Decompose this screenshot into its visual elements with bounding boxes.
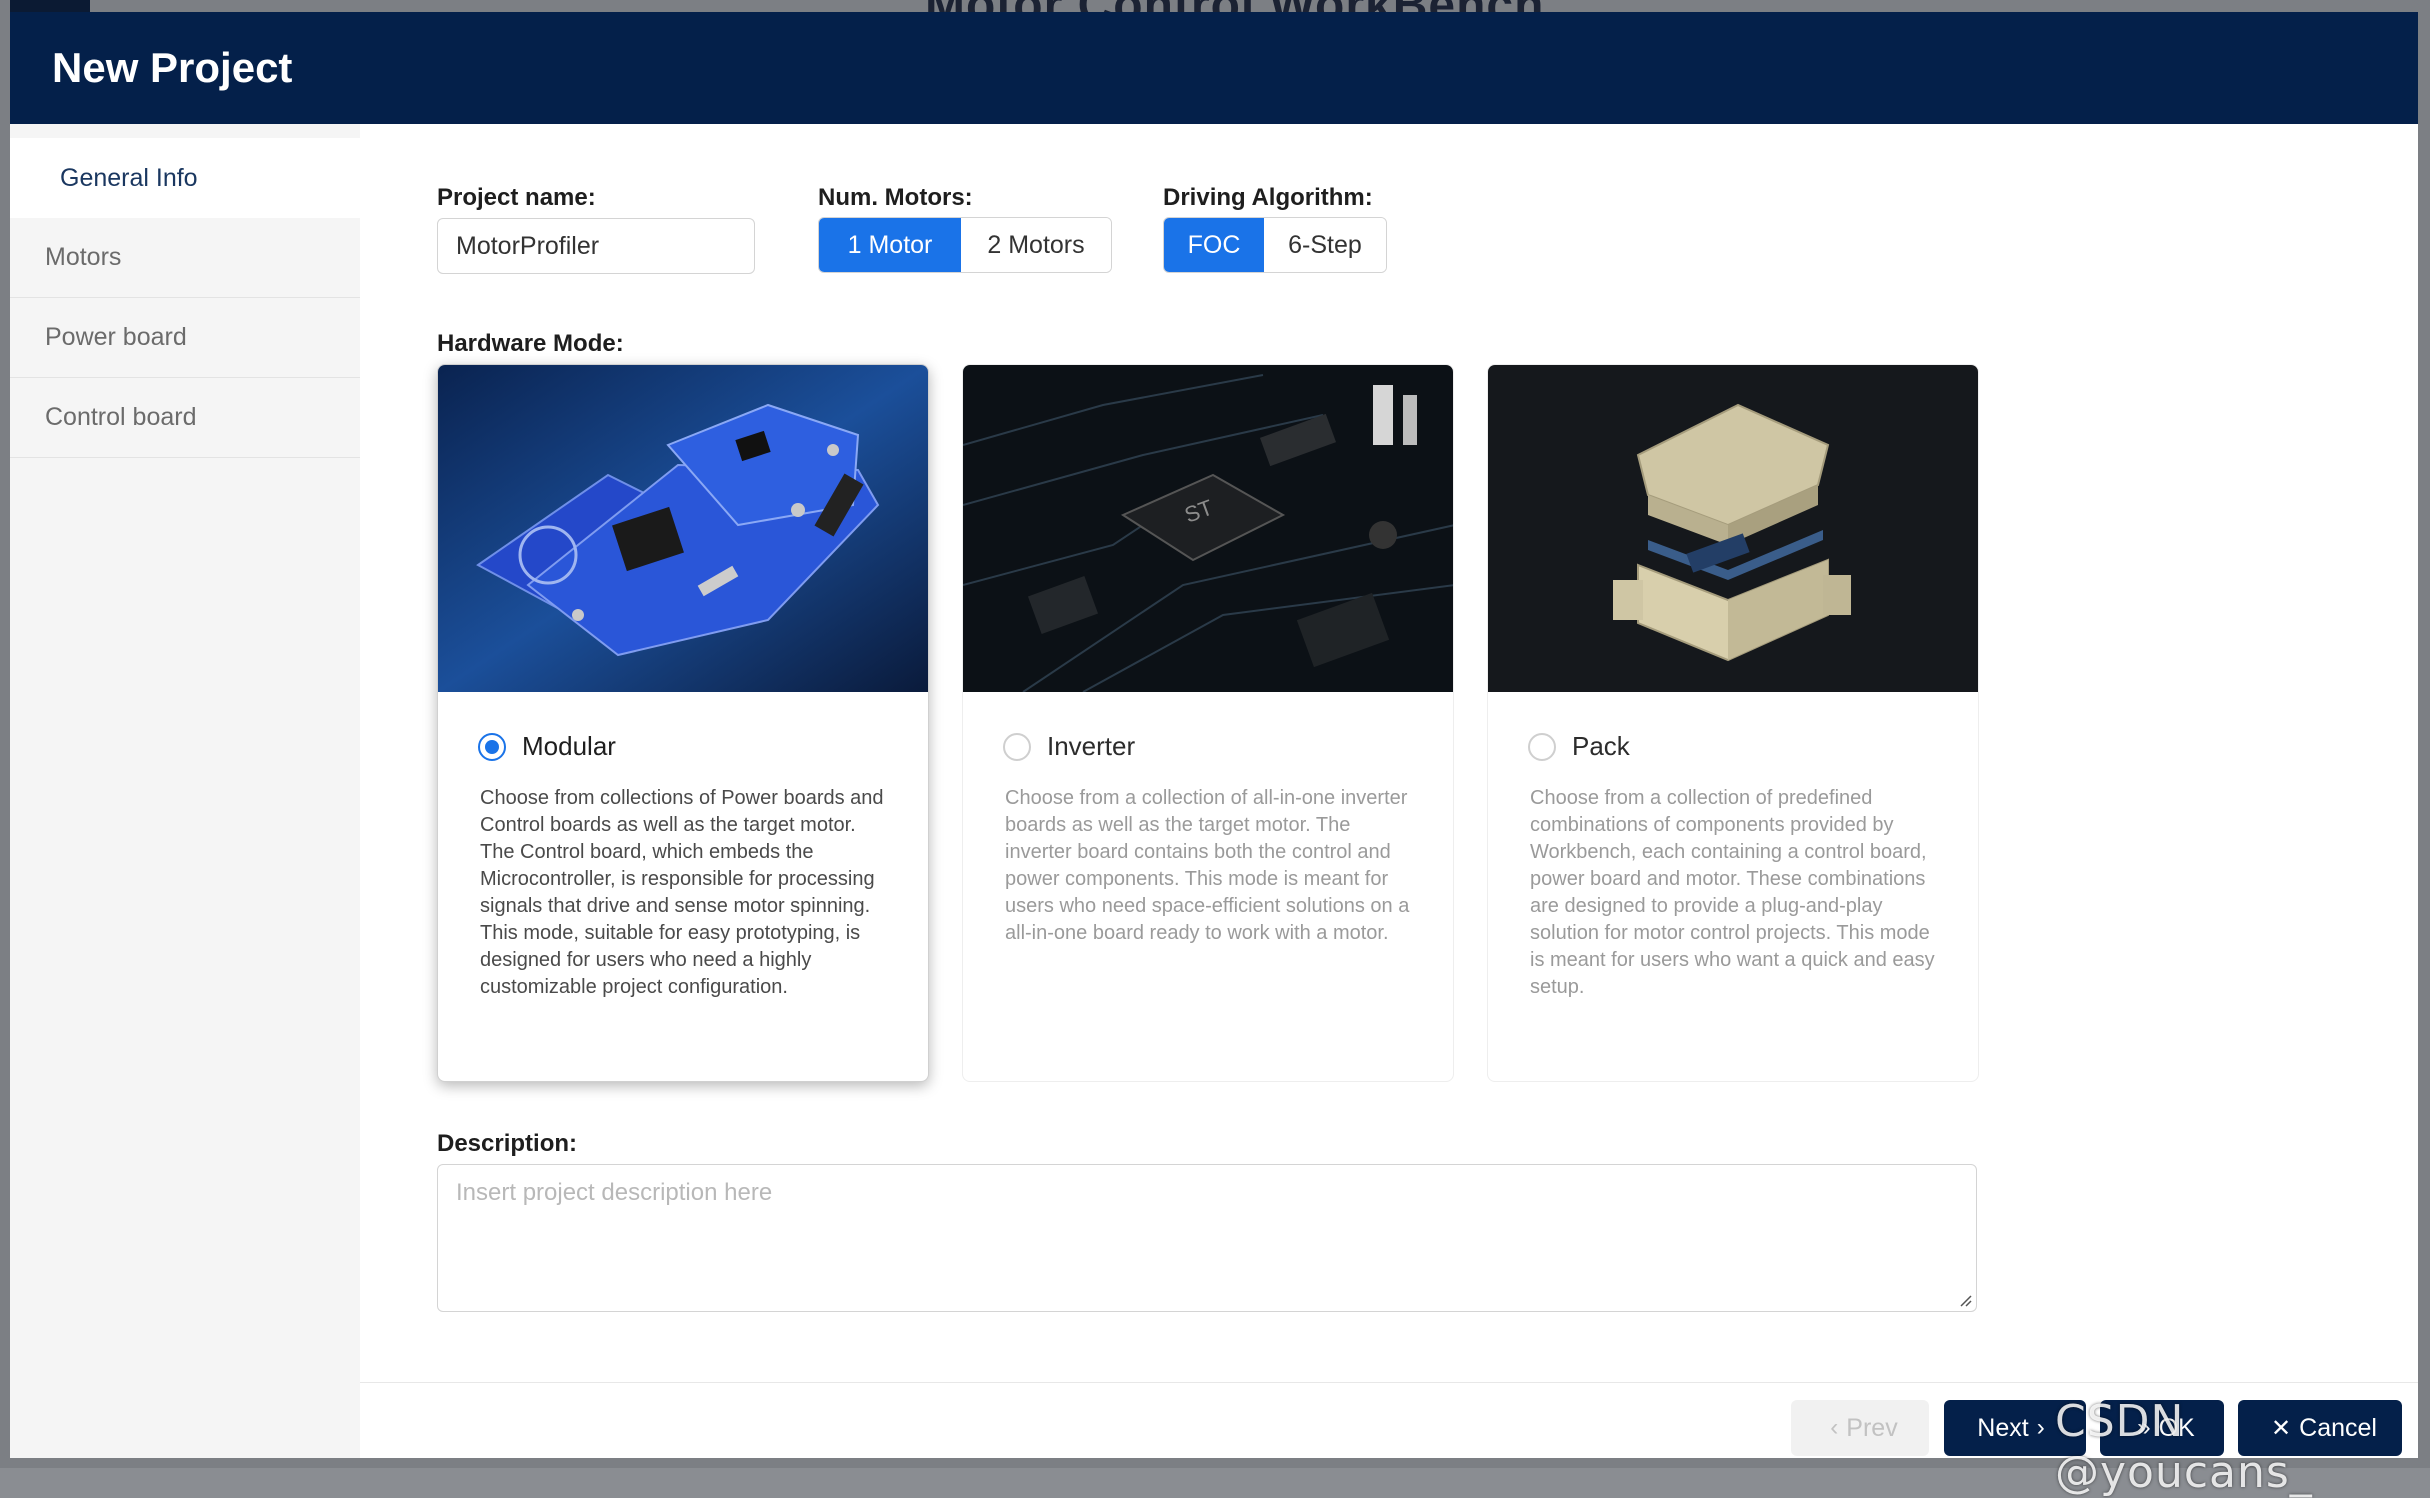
foc-button[interactable]: FOC bbox=[1164, 218, 1264, 272]
modular-radio-row: Modular bbox=[478, 731, 616, 762]
wizard-sidebar: General Info Motors Power board Control … bbox=[10, 124, 360, 1458]
project-name-label: Project name: bbox=[437, 184, 596, 211]
six-step-button[interactable]: 6-Step bbox=[1264, 218, 1386, 272]
inverter-radio[interactable] bbox=[1003, 732, 1031, 761]
pack-radio-row: Pack bbox=[1528, 731, 1630, 762]
chevron-right-icon: › bbox=[2036, 1414, 2045, 1441]
watermark-text: CSDN @youcans_ bbox=[2055, 1396, 2313, 1498]
hardware-mode-card-inverter[interactable]: ST Inverter Choose from a collection of … bbox=[962, 364, 1454, 1082]
pack-title: Pack bbox=[1572, 731, 1630, 761]
driving-algorithm-label: Driving Algorithm: bbox=[1163, 184, 1373, 211]
inverter-title: Inverter bbox=[1047, 731, 1136, 761]
dialog-header: New Project bbox=[10, 12, 2418, 124]
pack-kit-image bbox=[1488, 365, 1978, 692]
description-textarea[interactable]: Insert project description here bbox=[437, 1164, 1977, 1312]
hardware-mode-card-pack[interactable]: Pack Choose from a collection of predefi… bbox=[1487, 364, 1979, 1082]
modular-board-image bbox=[438, 365, 928, 692]
general-info-panel: Project name: MotorProfiler Num. Motors:… bbox=[360, 124, 2418, 1458]
project-name-value: MotorProfiler bbox=[456, 231, 600, 260]
project-name-input[interactable]: MotorProfiler bbox=[437, 218, 755, 274]
inverter-description: Choose from a collection of all-in-one i… bbox=[1005, 787, 1410, 944]
sidebar-item-label: Control board bbox=[45, 403, 197, 431]
one-motor-button[interactable]: 1 Motor bbox=[819, 218, 961, 272]
hardware-mode-card-modular[interactable]: Modular Choose from collections of Power… bbox=[437, 364, 929, 1082]
sidebar-item-label: Motors bbox=[45, 243, 122, 271]
chevron-left-icon: ‹ bbox=[1830, 1414, 1839, 1441]
prev-button[interactable]: ‹ Prev bbox=[1791, 1400, 1929, 1456]
pack-radio[interactable] bbox=[1528, 732, 1556, 761]
resize-grip-icon[interactable] bbox=[1958, 1293, 1972, 1307]
inverter-radio-row: Inverter bbox=[1003, 731, 1135, 762]
sidebar-item-power-board[interactable]: Power board bbox=[10, 298, 360, 378]
sidebar-item-label: General Info bbox=[60, 163, 198, 192]
description-placeholder: Insert project description here bbox=[456, 1179, 773, 1206]
footer-divider bbox=[360, 1382, 2418, 1383]
hardware-mode-label: Hardware Mode: bbox=[437, 330, 624, 357]
description-label: Description: bbox=[437, 1130, 578, 1157]
pack-description: Choose from a collection of predefined c… bbox=[1530, 787, 1935, 998]
prev-label: Prev bbox=[1846, 1413, 1898, 1442]
dialog-body: General Info Motors Power board Control … bbox=[10, 124, 2418, 1458]
two-motors-button[interactable]: 2 Motors bbox=[961, 218, 1111, 272]
sidebar-item-label: Power board bbox=[45, 323, 187, 351]
next-label: Next bbox=[1977, 1413, 2029, 1442]
dialog-title: New Project bbox=[52, 44, 293, 91]
modular-title: Modular bbox=[522, 731, 616, 761]
num-motors-label: Num. Motors: bbox=[818, 184, 973, 211]
sidebar-item-general-info[interactable]: General Info bbox=[10, 138, 360, 218]
sidebar-item-motors[interactable]: Motors bbox=[10, 218, 360, 298]
driving-algorithm-toggle: FOC 6-Step bbox=[1163, 217, 1387, 273]
num-motors-toggle: 1 Motor 2 Motors bbox=[818, 217, 1112, 273]
modular-radio[interactable] bbox=[478, 732, 506, 761]
modular-description: Choose from collections of Power boards … bbox=[480, 787, 884, 998]
sidebar-item-control-board[interactable]: Control board bbox=[10, 378, 360, 458]
inverter-board-image: ST bbox=[963, 365, 1453, 692]
new-project-dialog: New Project General Info Motors Power bo… bbox=[10, 12, 2418, 1458]
